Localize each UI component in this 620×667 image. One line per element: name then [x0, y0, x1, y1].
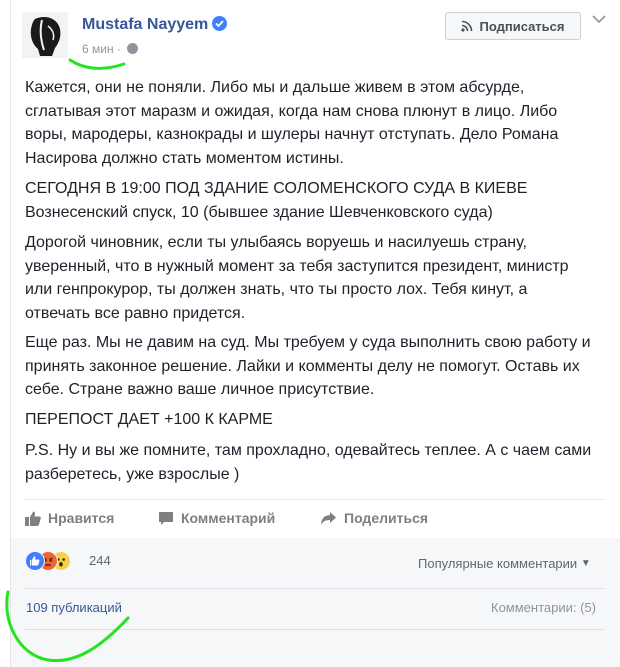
post-time[interactable]: 6 мин	[82, 42, 114, 56]
post-paragraph-1: Кажется, они не поняли. Либо мы и дальше…	[25, 79, 559, 167]
comment-button[interactable]: Комментарий	[158, 510, 275, 526]
share-button[interactable]: Поделиться	[320, 510, 428, 526]
avatar-image	[22, 12, 68, 58]
panel-divider	[25, 588, 605, 589]
reaction-count[interactable]: 244	[89, 553, 111, 568]
comments-count-link[interactable]: Комментарии: (5)	[491, 600, 596, 615]
post-paragraph-3: Дорогой чиновник, если ты улыбаясь воруе…	[25, 234, 569, 322]
subscribe-button[interactable]: Подписаться	[445, 12, 581, 40]
rss-icon	[461, 20, 473, 32]
like-label: Нравится	[48, 510, 115, 526]
share-label: Поделиться	[344, 510, 429, 526]
verified-badge-icon	[212, 16, 228, 31]
post-paragraph-5: ПЕРЕПОСТ ДАЕТ +100 К КАРМЕ	[25, 411, 273, 428]
avatar[interactable]	[22, 12, 68, 58]
action-divider	[25, 499, 605, 500]
reaction-icons[interactable]	[25, 551, 85, 571]
author-name[interactable]: Mustafa Nayyem	[82, 16, 208, 33]
like-button[interactable]: Нравится	[25, 510, 114, 526]
chevron-down-icon[interactable]	[592, 14, 606, 24]
globe-icon[interactable]	[127, 43, 139, 54]
comment-label: Комментарий	[181, 510, 276, 526]
caret-down-icon: ▼	[580, 558, 591, 569]
panel-divider-bottom	[25, 629, 605, 630]
comment-sort-label: Популярные комментарии	[418, 556, 578, 571]
author-name-row[interactable]: Mustafa Nayyem	[82, 16, 228, 34]
post-paragraph-4: Еще раз. Мы не давим на суд. Мы требуем …	[25, 334, 591, 398]
post-paragraph-6: P.S. Ну и вы же помните, там прохладно, …	[25, 442, 592, 483]
like-icon	[25, 551, 45, 571]
post-meta: 6 мин ·	[82, 42, 139, 56]
comment-icon	[159, 511, 173, 525]
shares-link[interactable]: 109 публикаций	[26, 600, 122, 615]
subscribe-label: Подписаться	[479, 18, 565, 34]
comment-sort-dropdown[interactable]: Популярные комментарии ▼	[418, 556, 591, 571]
post-paragraph-2: СЕГОДНЯ В 19:00 ПОД ЗДАНИЕ СОЛОМЕНСКОГО …	[25, 180, 528, 221]
thumbs-up-icon	[25, 511, 41, 526]
share-icon	[321, 511, 336, 525]
meta-separator: ·	[116, 42, 125, 56]
